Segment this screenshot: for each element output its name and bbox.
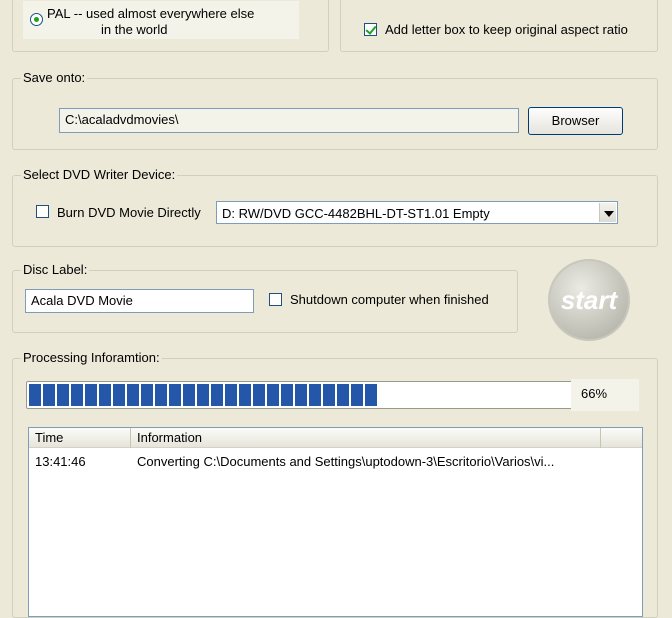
row-information: Converting C:\Documents and Settings\upt… [137,454,555,469]
processing-group: Processing Inforamtion: 66% Time Informa… [12,350,658,618]
progress-block [309,384,321,406]
processing-log-list[interactable]: Time Information 13:41:46 Converting C:\… [28,427,643,617]
progress-block [225,384,237,406]
dvd-device-select[interactable]: D: RW/DVD GCC-4482BHL-DT-ST1.01 Empty [216,201,618,224]
progress-block [337,384,349,406]
column-time[interactable]: Time [29,428,131,448]
dvd-device-value: D: RW/DVD GCC-4482BHL-DT-ST1.01 Empty [222,206,490,221]
letterbox-checkbox[interactable] [364,23,377,36]
progress-block [351,384,363,406]
progress-block [323,384,335,406]
processing-title: Processing Inforamtion: [21,350,162,365]
shutdown-checkbox[interactable] [269,293,282,306]
progress-block [267,384,279,406]
disc-label-group: Disc Label: Acala DVD Movie Shutdown com… [12,262,518,333]
progress-block [85,384,97,406]
browse-button[interactable]: Browser [528,107,623,135]
row-time: 13:41:46 [35,454,86,469]
table-row[interactable]: 13:41:46 Converting C:\Documents and Set… [29,452,642,472]
start-button[interactable]: start [548,259,630,341]
progress-fill [29,384,387,406]
progress-block [99,384,111,406]
progress-block [29,384,41,406]
disc-label-title: Disc Label: [21,262,90,277]
aspect-group: Add letter box to keep original aspect r… [340,0,658,52]
progress-block [141,384,153,406]
log-header: Time Information [29,428,642,448]
progress-block [169,384,181,406]
save-onto-title: Save onto: [21,70,88,85]
column-information[interactable]: Information [131,428,601,448]
progress-block [155,384,167,406]
progress-bar [26,381,574,409]
pal-radio[interactable] [30,13,43,26]
progress-block [43,384,55,406]
pal-label-line2: in the world [101,22,168,37]
pal-label-line1: PAL -- used almost everywhere else [47,6,255,21]
save-path-input[interactable]: C:\acaladvdmovies\ [59,108,519,133]
progress-block [183,384,195,406]
save-onto-group: Save onto: C:\acaladvdmovies\ Browser [12,70,658,150]
progress-block [281,384,293,406]
video-standard-group: PAL -- used almost everywhere else in th… [12,0,329,52]
chevron-down-icon[interactable] [599,203,616,222]
progress-block [71,384,83,406]
disc-label-input[interactable]: Acala DVD Movie [25,289,254,313]
burn-direct-checkbox[interactable] [36,205,49,218]
progress-block [295,384,307,406]
burn-direct-label: Burn DVD Movie Directly [57,205,201,220]
progress-block [127,384,139,406]
progress-block [113,384,125,406]
progress-block [365,384,377,406]
progress-block [253,384,265,406]
progress-block [57,384,69,406]
dvd-writer-group: Select DVD Writer Device: Burn DVD Movie… [12,167,658,247]
progress-block [197,384,209,406]
progress-percent: 66% [581,386,608,401]
progress-block [211,384,223,406]
dvd-writer-title: Select DVD Writer Device: [21,167,178,182]
letterbox-label: Add letter box to keep original aspect r… [385,22,628,37]
shutdown-label: Shutdown computer when finished [290,292,489,307]
progress-block [239,384,251,406]
